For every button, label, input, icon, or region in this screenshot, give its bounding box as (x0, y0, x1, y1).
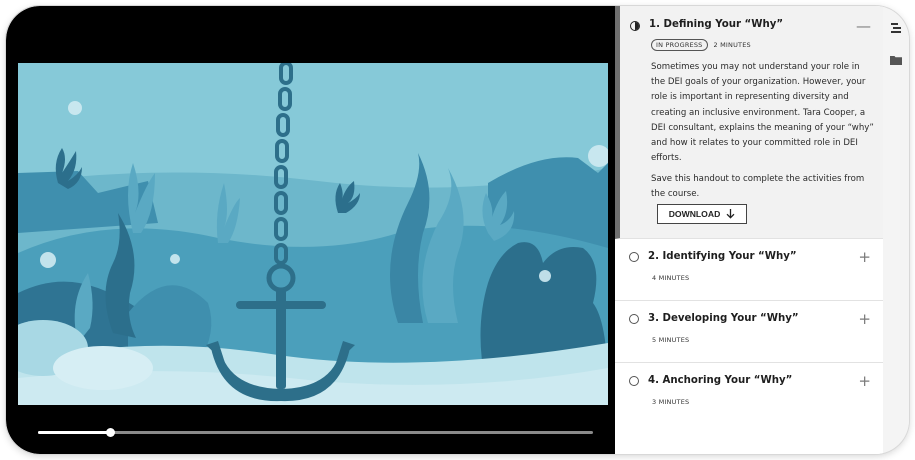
not-started-icon (629, 252, 639, 262)
not-started-icon (629, 376, 639, 386)
section-duration: 5 MINUTES (652, 336, 690, 344)
expand-icon[interactable]: + (858, 374, 871, 389)
in-progress-icon (630, 21, 640, 31)
section-meta: IN PROGRESS 2 MINUTES (651, 39, 751, 51)
video-progress-fill (38, 431, 111, 434)
section-title[interactable]: 4. Anchoring Your “Why” (648, 375, 792, 386)
outline-section-3[interactable]: 3. Developing Your “Why” + 5 MINUTES (615, 301, 883, 363)
outline-section-4[interactable]: 4. Anchoring Your “Why” + 3 MINUTES (615, 363, 883, 425)
section-title[interactable]: 3. Developing Your “Why” (648, 313, 799, 324)
outline-section-1[interactable]: 1. Defining Your “Why” — IN PROGRESS 2 M… (615, 6, 883, 239)
folder-icon[interactable] (888, 52, 904, 68)
section-title[interactable]: 2. Identifying Your “Why” (648, 251, 797, 262)
video-frame-underwater-scene (18, 63, 608, 405)
video-progress-bar[interactable] (38, 428, 593, 437)
expand-icon[interactable]: + (858, 312, 871, 327)
video-progress-handle[interactable] (106, 428, 116, 437)
section-title[interactable]: 1. Defining Your “Why” (649, 19, 783, 30)
download-label: DOWNLOAD (668, 209, 721, 219)
course-window: 1. Defining Your “Why” — IN PROGRESS 2 M… (6, 6, 909, 454)
course-outline-panel: 1. Defining Your “Why” — IN PROGRESS 2 M… (615, 6, 883, 454)
status-badge: IN PROGRESS (651, 39, 708, 51)
expand-icon[interactable]: + (858, 250, 871, 265)
video-player[interactable] (6, 6, 615, 454)
outline-section-2[interactable]: 2. Identifying Your “Why” + 4 MINUTES (615, 239, 883, 301)
section-duration: 4 MINUTES (652, 274, 690, 282)
outline-icon[interactable] (888, 20, 904, 36)
handout-note: Save this handout to complete the activi… (651, 174, 865, 200)
section-description: Sometimes you may not understand your ro… (651, 62, 874, 164)
download-button[interactable]: DOWNLOAD (657, 204, 747, 224)
collapse-icon[interactable]: — (856, 19, 871, 34)
section-duration: 3 MINUTES (652, 398, 690, 406)
not-started-icon (629, 314, 639, 324)
section-duration: 2 MINUTES (713, 41, 751, 49)
arrow-down-icon (726, 209, 735, 219)
side-rail (883, 6, 909, 454)
panel-footer (615, 424, 883, 454)
